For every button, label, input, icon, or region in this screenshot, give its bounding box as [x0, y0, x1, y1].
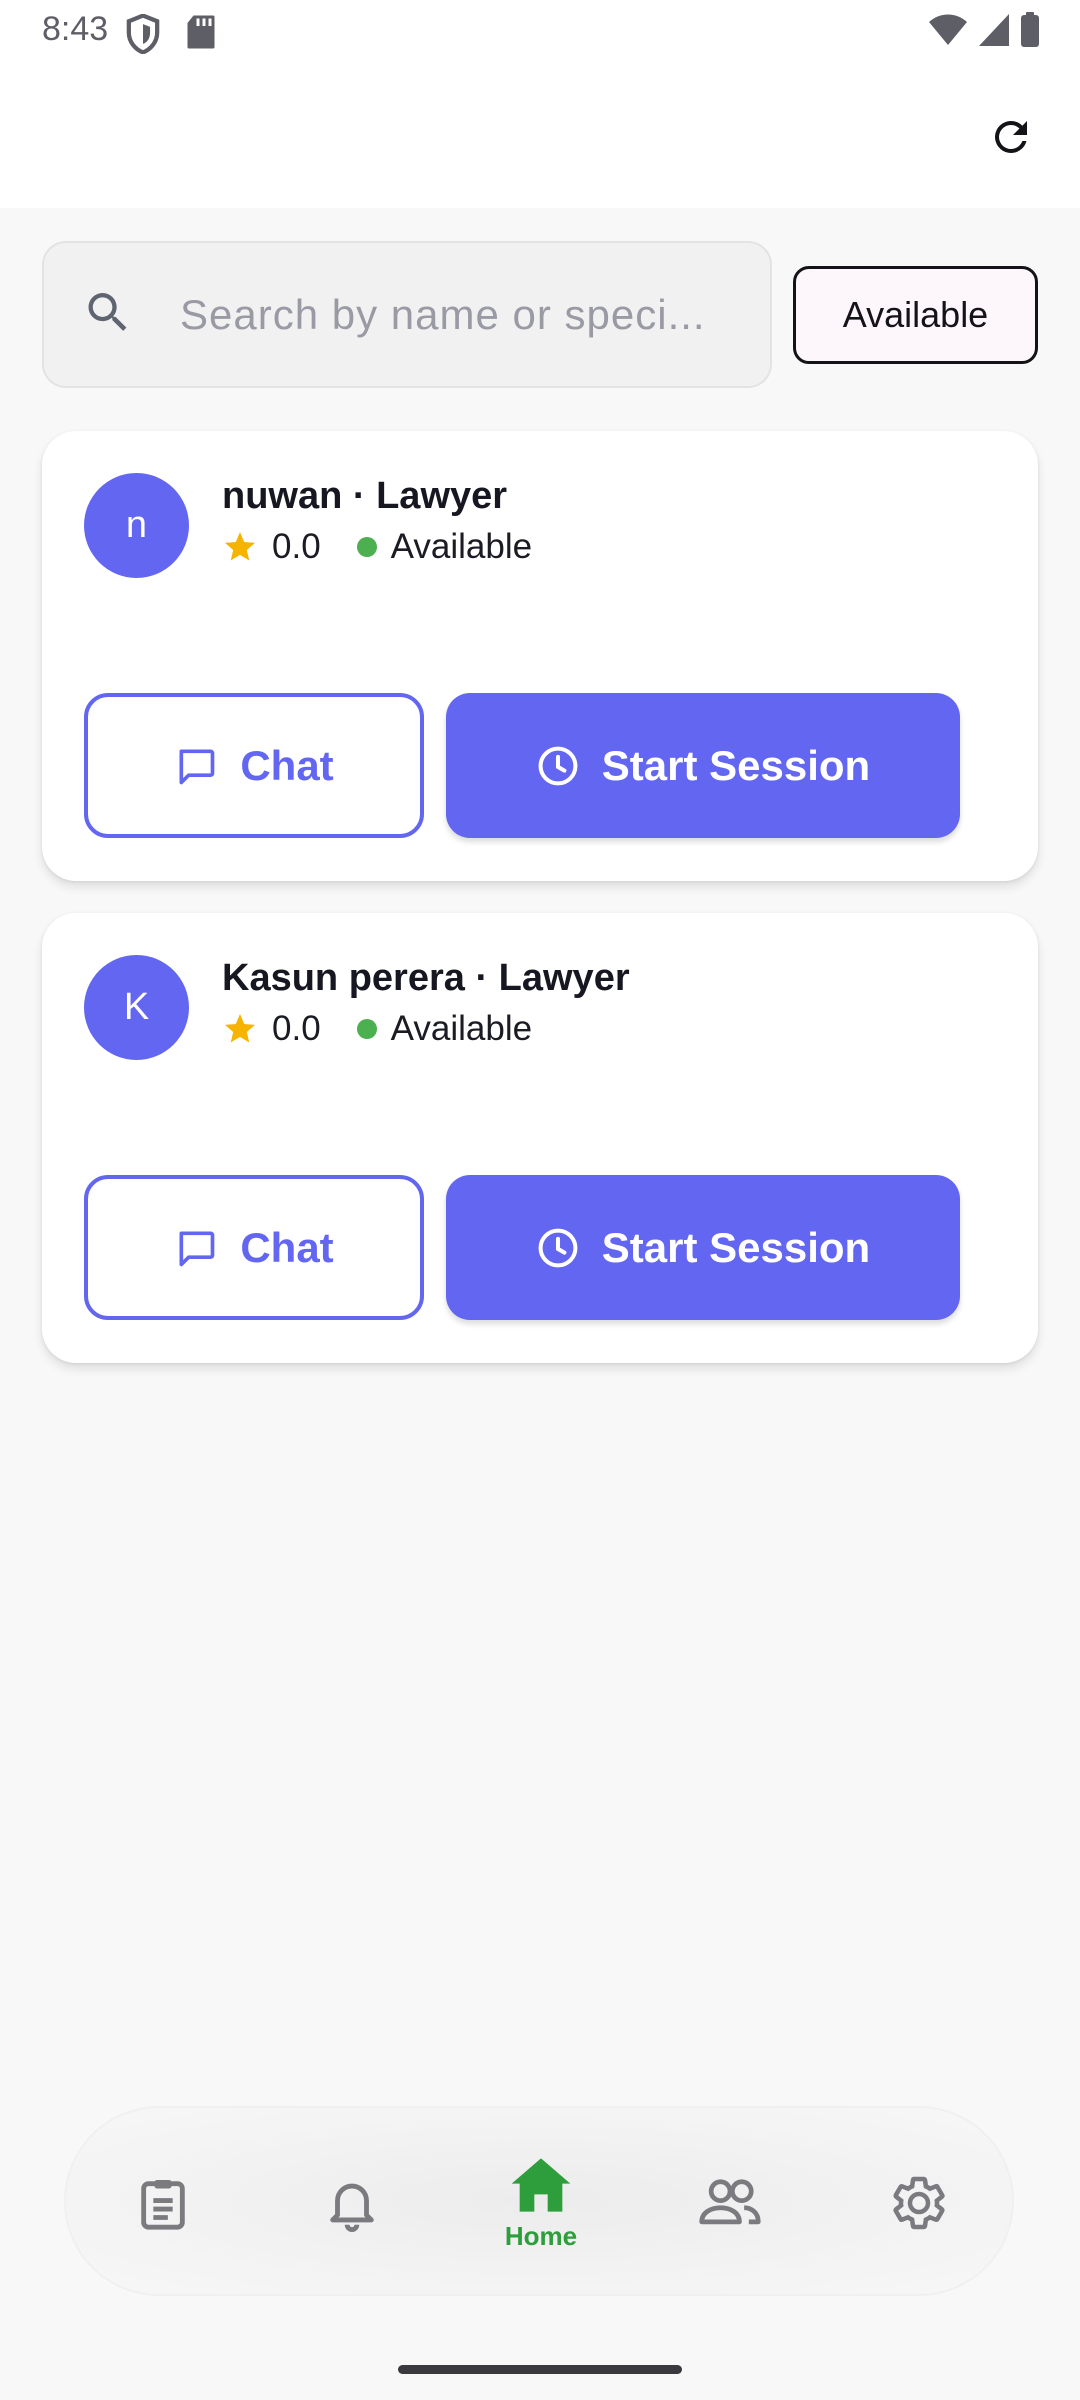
clipboard-icon [141, 2180, 185, 2230]
chat-icon [179, 749, 215, 784]
availability-filter-button[interactable]: Available [793, 266, 1038, 364]
refresh-button[interactable] [972, 98, 1050, 176]
lawyer-card: n nuwan · Lawyer 0.0 Available Chat Star… [42, 431, 1038, 881]
avatar: n [84, 473, 189, 578]
people-icon [699, 2179, 761, 2225]
wifi-icon [928, 13, 968, 52]
status-dot [356, 537, 377, 557]
start-session-button[interactable]: Start Session [446, 693, 960, 838]
search-icon [82, 286, 134, 343]
chat-button-label: Chat [240, 741, 334, 789]
lawyer-meta: 0.0 Available [222, 1009, 532, 1049]
nav-home-label: Home [504, 2220, 578, 2251]
app-screen: 8:43 Search by name or speci... Availabl… [0, 0, 1080, 2400]
nav-item-home[interactable]: Home [461, 2108, 621, 2298]
rating-value: 0.0 [272, 527, 321, 566]
avatar-initial: n [125, 504, 148, 546]
chat-icon [179, 1231, 215, 1266]
home-indicator [398, 2365, 682, 2374]
start-session-label: Start Session [601, 1223, 871, 1271]
avatar: K [84, 955, 189, 1060]
bottom-navigation: Home [64, 2106, 1014, 2296]
sd-card-icon [186, 14, 216, 55]
status-bar: 8:43 [0, 0, 1080, 70]
availability-status: Available [390, 527, 533, 566]
gear-icon [893, 2176, 945, 2230]
chat-button[interactable]: Chat [84, 1175, 424, 1320]
avatar-initial: K [123, 986, 150, 1028]
availability-status: Available [390, 1009, 533, 1048]
status-indicators [928, 12, 1040, 53]
home-icon [511, 2157, 571, 2212]
star-icon [225, 1014, 255, 1043]
status-time: 8:43 [42, 10, 109, 48]
lawyer-meta: 0.0 Available [222, 527, 532, 567]
nav-item-settings[interactable] [839, 2108, 999, 2298]
lawyer-card: K Kasun perera · Lawyer 0.0 Available Ch… [42, 913, 1038, 1363]
rating-value: 0.0 [272, 1009, 321, 1048]
app-bar [0, 70, 1080, 208]
battery-icon [1020, 12, 1040, 53]
signal-icon [978, 13, 1010, 52]
nav-item-records[interactable] [83, 2108, 243, 2298]
clock-icon [538, 1228, 578, 1267]
chat-button[interactable]: Chat [84, 693, 424, 838]
refresh-icon [995, 120, 1027, 153]
search-input[interactable] [180, 243, 750, 386]
bell-icon [330, 2183, 374, 2232]
clock-icon [538, 746, 578, 785]
start-session-label: Start Session [601, 741, 871, 789]
lawyer-name-title: nuwan · Lawyer [222, 475, 508, 517]
chat-button-label: Chat [240, 1223, 334, 1271]
search-field[interactable] [42, 241, 772, 388]
star-icon [225, 532, 255, 561]
availability-filter-label: Available [842, 294, 989, 335]
shield-icon [126, 13, 160, 59]
nav-item-notifications[interactable] [272, 2108, 432, 2298]
nav-item-people[interactable] [650, 2108, 810, 2298]
start-session-button[interactable]: Start Session [446, 1175, 960, 1320]
status-dot [356, 1019, 377, 1039]
lawyer-name-title: Kasun perera · Lawyer [222, 957, 630, 999]
